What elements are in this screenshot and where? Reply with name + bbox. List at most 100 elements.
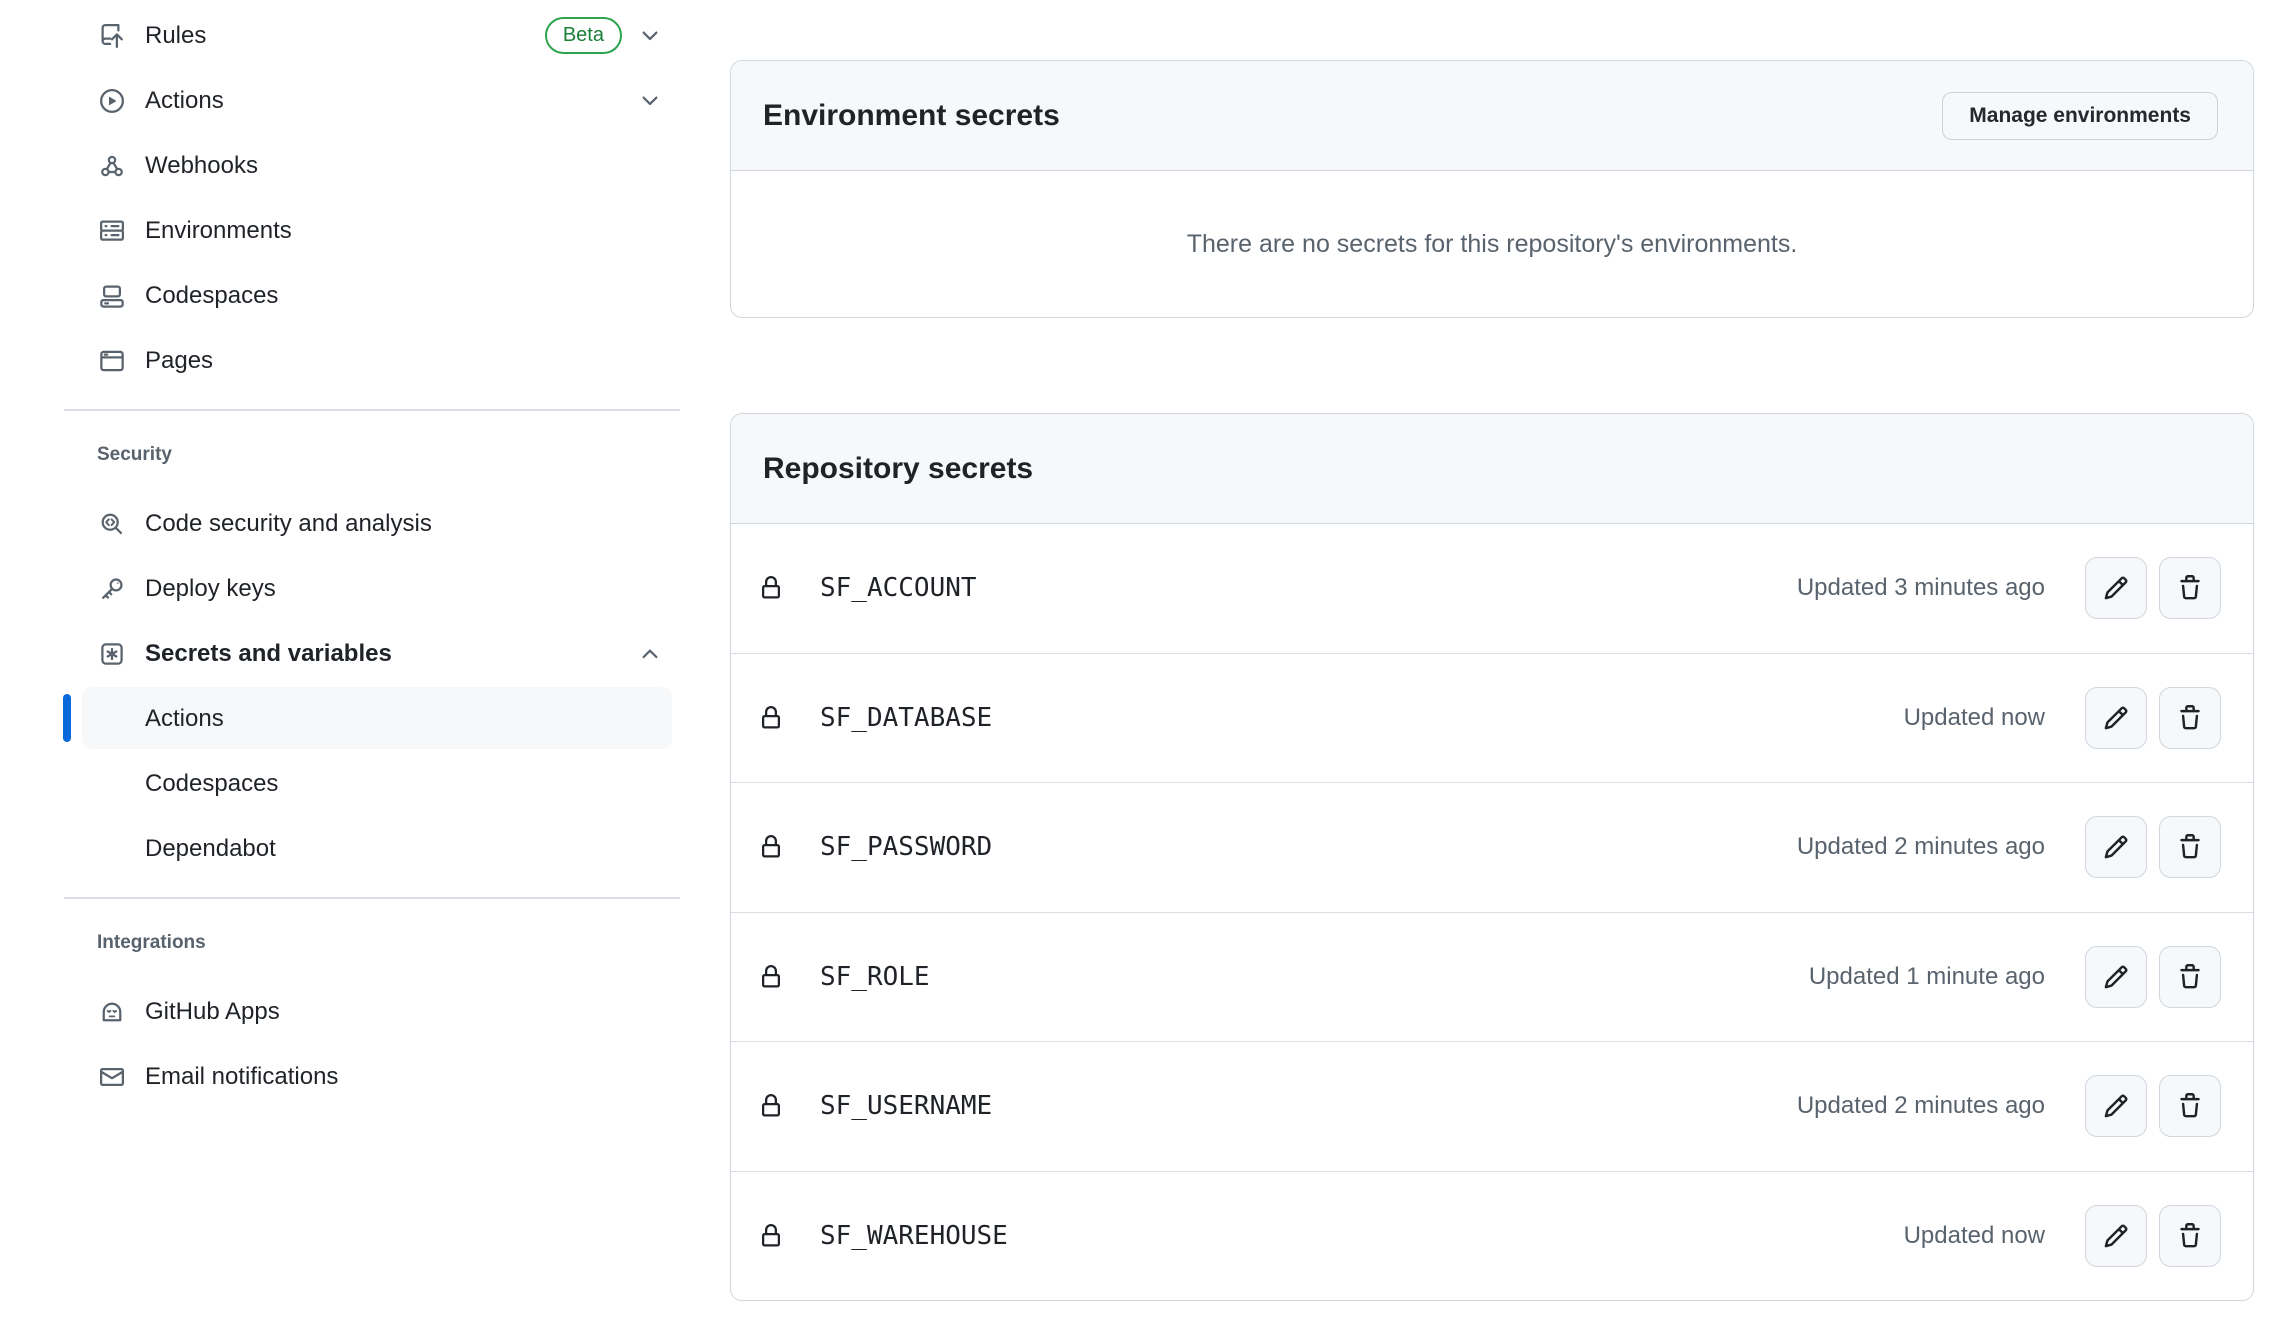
asterisk-box-icon <box>100 642 124 666</box>
sidebar-item-label: Codespaces <box>145 282 278 310</box>
chevron-up-icon <box>638 642 662 666</box>
lock-icon <box>759 835 783 859</box>
browser-icon <box>100 349 124 373</box>
sidebar-item-environments[interactable]: Environments <box>0 198 692 263</box>
sidebar-item-label: Deploy keys <box>145 575 276 603</box>
sidebar-item-secrets-and-variables[interactable]: Secrets and variables <box>0 621 692 686</box>
secret-updated: Updated now <box>1904 704 2045 732</box>
edit-secret-button[interactable] <box>2085 687 2147 749</box>
pencil-icon <box>2103 1093 2129 1119</box>
sidebar-item-actions[interactable]: Actions <box>0 68 692 133</box>
sidebar-item-label: Secrets and variables <box>145 640 392 668</box>
delete-secret-button[interactable] <box>2159 946 2221 1008</box>
sidebar-item-rules[interactable]: Rules Beta <box>0 3 692 68</box>
pencil-icon <box>2103 575 2129 601</box>
sidebar-section-integrations: Integrations <box>0 923 692 963</box>
edit-secret-button[interactable] <box>2085 1205 2147 1267</box>
sidebar-item-code-security[interactable]: Code security and analysis <box>0 491 692 556</box>
trash-icon <box>2177 834 2203 860</box>
sidebar-subitem-codespaces[interactable]: Codespaces <box>0 751 692 816</box>
edit-secret-button[interactable] <box>2085 1075 2147 1137</box>
sidebar-subitem-actions[interactable]: Actions <box>0 686 692 751</box>
sidebar-subitem-dependabot[interactable]: Dependabot <box>0 816 692 881</box>
sidebar-item-label: Code security and analysis <box>145 510 432 538</box>
secret-name: SF_ROLE <box>820 962 930 992</box>
sidebar-item-webhooks[interactable]: Webhooks <box>0 133 692 198</box>
secret-row: SF_DATABASE Updated now <box>731 654 2253 784</box>
sidebar-item-label: Webhooks <box>145 152 258 180</box>
manage-environments-button[interactable]: Manage environments <box>1942 92 2218 140</box>
secret-row: SF_WAREHOUSE Updated now <box>731 1172 2253 1301</box>
pencil-icon <box>2103 705 2129 731</box>
sidebar-item-pages[interactable]: Pages <box>0 328 692 393</box>
play-icon <box>100 89 124 113</box>
trash-icon <box>2177 964 2203 990</box>
repo-push-icon <box>100 24 124 48</box>
environment-secrets-title: Environment secrets <box>763 99 1060 133</box>
environment-secrets-header: Environment secrets Manage environments <box>731 61 2253 171</box>
lock-icon <box>759 1224 783 1248</box>
delete-secret-button[interactable] <box>2159 816 2221 878</box>
edit-secret-button[interactable] <box>2085 557 2147 619</box>
secret-updated: Updated 2 minutes ago <box>1797 1092 2045 1120</box>
sidebar-section-security: Security <box>0 435 692 475</box>
delete-secret-button[interactable] <box>2159 1205 2221 1267</box>
secret-row: SF_ROLE Updated 1 minute ago <box>731 913 2253 1043</box>
environment-secrets-panel: Environment secrets Manage environments … <box>730 60 2254 318</box>
delete-secret-button[interactable] <box>2159 687 2221 749</box>
lock-icon <box>759 1094 783 1118</box>
server-icon <box>100 219 124 243</box>
sidebar-divider <box>64 897 680 899</box>
settings-sidebar: Rules Beta Actions Webhooks Environments… <box>0 0 692 1109</box>
secret-updated: Updated now <box>1904 1222 2045 1250</box>
secret-row-actions <box>2085 1075 2221 1137</box>
mail-icon <box>100 1065 124 1089</box>
sidebar-item-label: Pages <box>145 347 213 375</box>
pencil-icon <box>2103 964 2129 990</box>
codespaces-icon <box>100 284 124 308</box>
sidebar-divider <box>64 409 680 411</box>
sidebar-item-label: GitHub Apps <box>145 998 280 1026</box>
secret-name: SF_ACCOUNT <box>820 573 977 603</box>
secret-name: SF_DATABASE <box>820 703 992 733</box>
hubot-icon <box>100 1000 124 1024</box>
environment-secrets-empty-message: There are no secrets for this repository… <box>731 171 2253 317</box>
sidebar-item-email-notifications[interactable]: Email notifications <box>0 1044 692 1109</box>
pencil-icon <box>2103 834 2129 860</box>
sidebar-item-label: Actions <box>145 87 224 115</box>
webhook-icon <box>100 154 124 178</box>
lock-icon <box>759 576 783 600</box>
sidebar-item-github-apps[interactable]: GitHub Apps <box>0 979 692 1044</box>
secret-row-actions <box>2085 687 2221 749</box>
secret-row: SF_ACCOUNT Updated 3 minutes ago <box>731 524 2253 654</box>
secret-name: SF_PASSWORD <box>820 832 992 862</box>
secret-row-actions <box>2085 1205 2221 1267</box>
secret-name: SF_USERNAME <box>820 1091 992 1121</box>
pencil-icon <box>2103 1223 2129 1249</box>
secret-row-actions <box>2085 946 2221 1008</box>
lock-icon <box>759 965 783 989</box>
repository-secrets-header: Repository secrets <box>731 414 2253 524</box>
repository-secrets-title: Repository secrets <box>763 452 1033 486</box>
secret-updated: Updated 1 minute ago <box>1809 963 2045 991</box>
secret-row: SF_PASSWORD Updated 2 minutes ago <box>731 783 2253 913</box>
chevron-down-icon <box>638 89 662 113</box>
lock-icon <box>759 706 783 730</box>
key-icon <box>100 577 124 601</box>
chevron-down-icon <box>638 24 662 48</box>
secret-row-actions <box>2085 816 2221 878</box>
secret-row: SF_USERNAME Updated 2 minutes ago <box>731 1042 2253 1172</box>
sidebar-item-label: Rules <box>145 22 206 50</box>
sidebar-item-label: Environments <box>145 217 292 245</box>
secret-row-actions <box>2085 557 2221 619</box>
delete-secret-button[interactable] <box>2159 557 2221 619</box>
sidebar-item-deploy-keys[interactable]: Deploy keys <box>0 556 692 621</box>
edit-secret-button[interactable] <box>2085 816 2147 878</box>
trash-icon <box>2177 575 2203 601</box>
secret-name: SF_WAREHOUSE <box>820 1221 1008 1251</box>
sidebar-item-codespaces[interactable]: Codespaces <box>0 263 692 328</box>
sidebar-subitem-label: Dependabot <box>0 835 276 863</box>
edit-secret-button[interactable] <box>2085 946 2147 1008</box>
secret-updated: Updated 3 minutes ago <box>1797 574 2045 602</box>
delete-secret-button[interactable] <box>2159 1075 2221 1137</box>
